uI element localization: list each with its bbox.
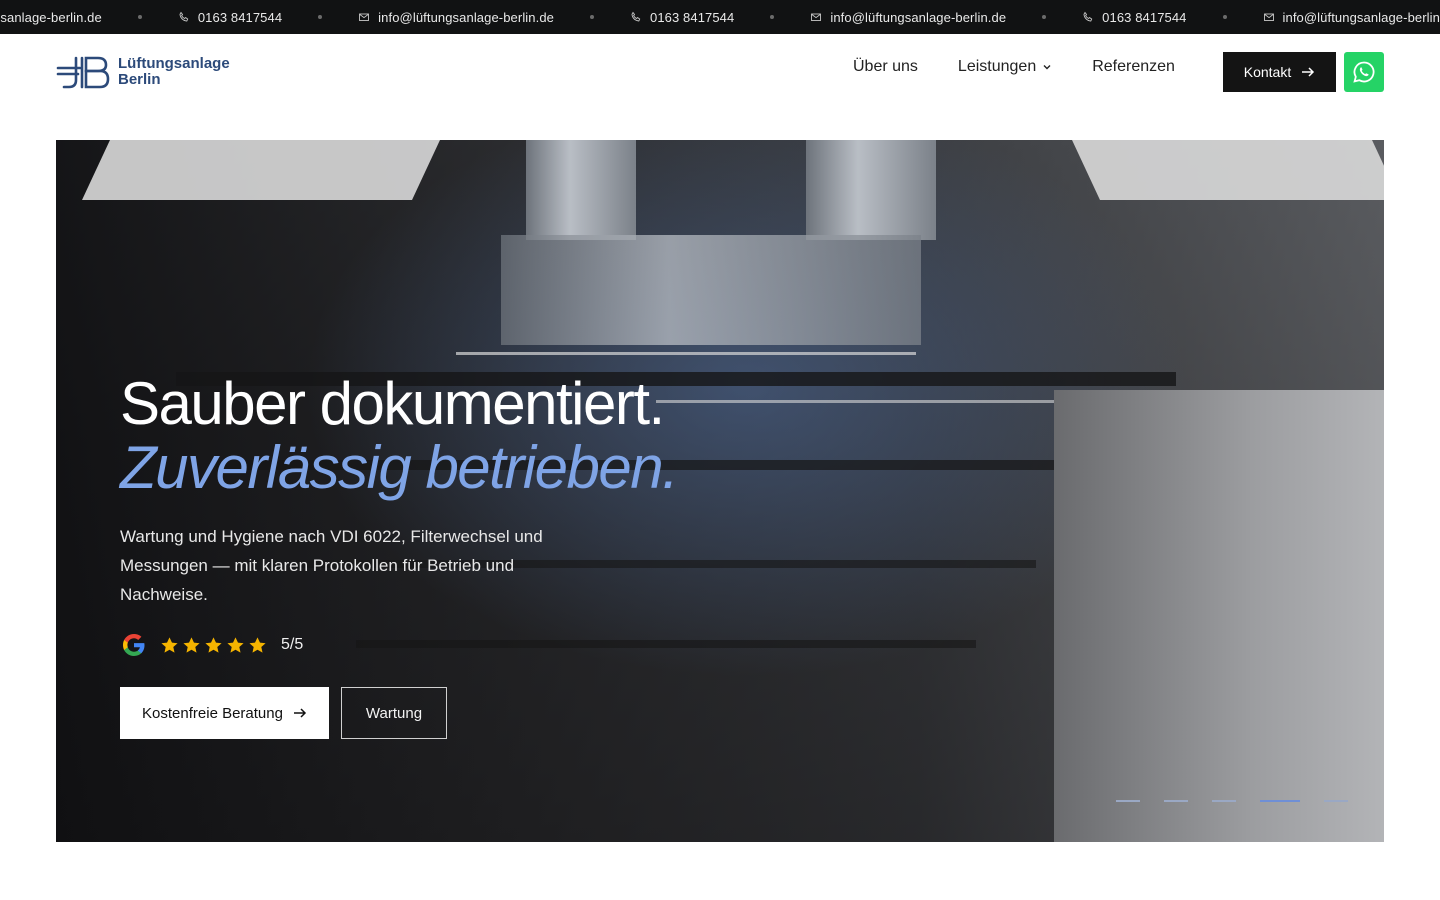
hero-content: Sauber dokumentiert. Zuverlässig betrieb… — [120, 372, 820, 739]
arrow-right-icon — [1302, 67, 1315, 77]
free-consultation-button[interactable]: Kostenfreie Beratung — [120, 687, 329, 739]
contact-button-label: Kontakt — [1243, 64, 1292, 80]
star-icon — [227, 636, 244, 653]
logo-line-2: Berlin — [118, 71, 161, 88]
slider-dot-3[interactable] — [1212, 800, 1236, 802]
rating-stars — [160, 636, 267, 655]
slider-pagination — [1116, 800, 1348, 802]
ticker-email-link[interactable]: info@lüftungsanlage-berlin.de — [358, 10, 554, 25]
ticker-text: info@lüftungsanlage-berlin.de — [0, 9, 102, 25]
hero-title-line-1: Sauber dokumentiert. — [120, 370, 665, 437]
whatsapp-icon — [1353, 61, 1375, 83]
air-duct-right — [806, 140, 936, 240]
ticker-phone-link[interactable]: 0163 8417544 — [1082, 10, 1186, 25]
wall-panel-right — [1054, 390, 1384, 842]
rating-value: 5/5 — [281, 636, 304, 653]
nav-services-label: Leistungen — [957, 58, 1037, 75]
phone-icon — [178, 11, 190, 23]
ticker-text: info@lüftungsanlage-berlin.de — [830, 9, 1007, 25]
ceiling-diffuser-left — [82, 140, 440, 200]
hero-slider: Sauber dokumentiert. Zuverlässig betrieb… — [56, 140, 1384, 842]
maintenance-button[interactable]: Wartung — [341, 687, 447, 739]
nav-references-label: Referenzen — [1092, 58, 1175, 75]
google-rating: 5/5 — [120, 631, 820, 659]
free-consultation-label: Kostenfreie Beratung — [142, 704, 283, 722]
star-icon — [183, 636, 200, 653]
whatsapp-button[interactable] — [1344, 52, 1384, 92]
star-icon — [161, 636, 178, 653]
ticker-separator — [1042, 15, 1047, 19]
slider-dot-1[interactable] — [1116, 800, 1140, 802]
logo-line-1: Lüftungsanlage — [118, 55, 230, 72]
logo-text: Lüftungsanlage Berlin — [118, 56, 230, 88]
hero-title-line-2: Zuverlässig betrieben. — [120, 434, 679, 501]
ticker-text: 0163 8417544 — [197, 9, 283, 25]
nav-item-references[interactable]: Referenzen — [1092, 58, 1175, 76]
ticker-separator — [590, 15, 594, 19]
star-icon — [205, 636, 222, 653]
arrow-right-icon — [293, 708, 307, 718]
ticker-text: 0163 8417544 — [1102, 9, 1187, 25]
ticker-separator — [137, 15, 142, 19]
slider-dot-4[interactable] — [1260, 800, 1300, 802]
contact-button[interactable]: Kontakt — [1223, 52, 1336, 92]
hero-lead-text: Wartung und Hygiene nach VDI 6022, Filte… — [120, 527, 543, 604]
air-duct-left — [526, 140, 636, 240]
nav-item-about[interactable]: Über uns — [853, 58, 918, 76]
phone-icon — [1082, 11, 1094, 23]
mail-icon — [358, 11, 370, 23]
top-contact-bar: info@lüftungsanlage-berlin.de 0163 841754… — [0, 0, 1440, 34]
ticker-email-link[interactable]: info@lüftungsanlage-berlin.de — [1263, 10, 1440, 25]
ticker-text: info@lüftungsanlage-berlin.de — [378, 9, 554, 25]
logo-mark-icon — [56, 56, 110, 89]
hero-cta-group: Kostenfreie Beratung Wartung — [120, 687, 820, 739]
main-nav: Über uns Leistungen Referenzen — [853, 58, 1175, 76]
ticker-text: 0163 8417544 — [650, 9, 735, 25]
star-icon — [249, 636, 266, 653]
nav-about-label: Über uns — [853, 58, 918, 75]
nav-item-services[interactable]: Leistungen — [958, 58, 1052, 76]
chevron-down-icon — [1043, 65, 1051, 70]
air-handling-unit — [501, 235, 921, 345]
site-header: Lüftungsanlage Berlin Über uns Leistunge… — [0, 34, 1440, 110]
ceiling-diffuser-right — [1072, 140, 1384, 200]
ticker-phone-link[interactable]: 0163 8417544 — [178, 10, 282, 25]
slider-dot-2[interactable] — [1164, 800, 1188, 802]
maintenance-label: Wartung — [365, 704, 423, 722]
ticker-separator — [770, 15, 775, 19]
site-logo[interactable]: Lüftungsanlage Berlin — [56, 52, 230, 92]
contact-ticker: info@lüftungsanlage-berlin.de 0163 841754… — [0, 0, 1440, 34]
ticker-email-link[interactable]: info@lüftungsanlage-berlin.de — [810, 10, 1006, 25]
ticker-phone-link[interactable]: 0163 8417544 — [630, 10, 734, 25]
ticker-separator — [318, 15, 323, 19]
ticker-email-link[interactable]: info@lüftungsanlage-berlin.de — [0, 10, 102, 25]
phone-icon — [630, 11, 642, 23]
ceiling-light-line — [456, 352, 916, 355]
ticker-text: info@lüftungsanlage-berlin.de — [1282, 9, 1440, 25]
mail-icon — [1263, 11, 1275, 23]
ticker-separator — [1222, 15, 1227, 19]
slider-dot-5[interactable] — [1324, 800, 1348, 802]
google-icon — [123, 634, 145, 656]
mail-icon — [810, 11, 822, 23]
